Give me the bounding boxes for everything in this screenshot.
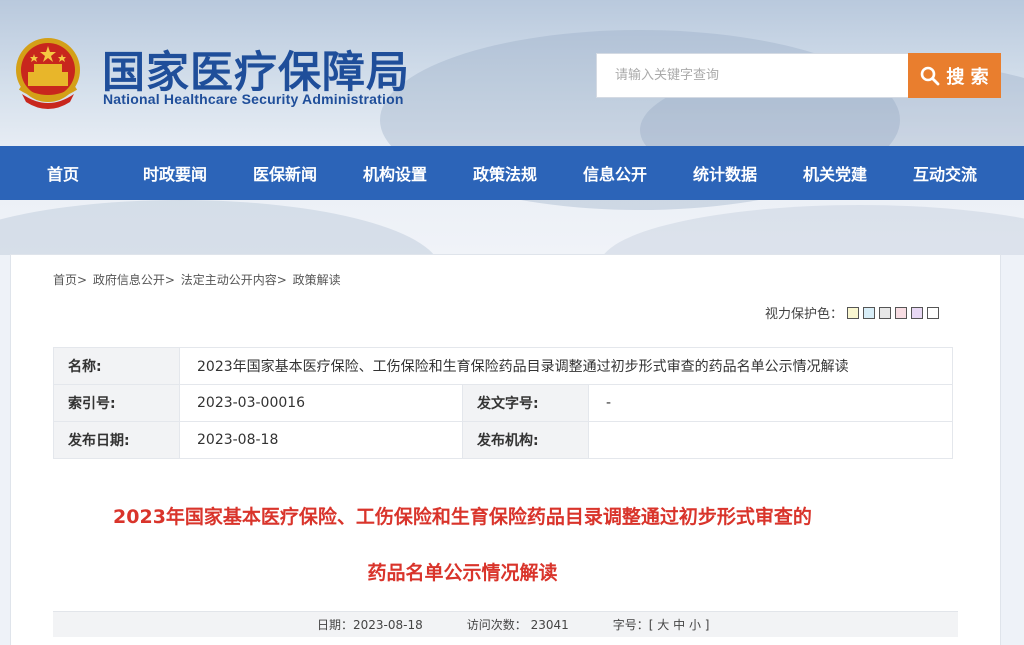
document-meta-table: 名称: 2023年国家基本医疗保险、工伤保险和生育保险药品目录调整通过初步形式审…: [53, 347, 953, 459]
article-date: 日期：2023-08-18: [317, 618, 423, 632]
eye-protect-label: 视力保护色：: [765, 307, 844, 322]
swatch-yellow[interactable]: [847, 306, 860, 319]
meta-label-index: 索引号:: [53, 384, 180, 422]
national-emblem-icon[interactable]: [12, 36, 84, 112]
nav-item-statistics[interactable]: 统计数据: [670, 161, 780, 185]
mountain-decoration: [600, 205, 1024, 255]
meta-label-name: 名称:: [53, 347, 180, 385]
nav-item-disclosure[interactable]: 信息公开: [560, 161, 670, 185]
breadcrumb-statutory[interactable]: 法定主动公开内容>: [181, 273, 287, 287]
meta-value-date: 2023-08-18: [179, 421, 463, 459]
nav-item-home[interactable]: 首页: [10, 161, 120, 185]
article-title-line2: 药品名单公示情况解读: [367, 562, 558, 584]
swatch-blue[interactable]: [863, 306, 876, 319]
swatch-gray[interactable]: [879, 306, 892, 319]
search-icon: [921, 66, 940, 85]
meta-label-org: 发布机构:: [462, 421, 589, 459]
eye-protect-colors: 视力保护色：: [765, 303, 940, 322]
meta-value-org: [588, 421, 953, 459]
article-title-line1: 2023年国家基本医疗保险、工伤保险和生育保险药品目录调整通过初步形式审查的: [113, 506, 812, 528]
breadcrumb: 首页> 政府信息公开> 法定主动公开内容> 政策解读: [53, 271, 343, 288]
article-visits: 访问次数： 23041: [466, 618, 569, 632]
nav-item-news[interactable]: 时政要闻: [120, 161, 230, 185]
swatch-white[interactable]: [927, 306, 940, 319]
nav-item-insurance-news[interactable]: 医保新闻: [230, 161, 340, 185]
breadcrumb-disclosure[interactable]: 政府信息公开>: [93, 273, 175, 287]
main-nav: 首页 时政要闻 医保新闻 机构设置 政策法规 信息公开 统计数据 机关党建 互动…: [0, 146, 1024, 200]
site-logo-subtitle: National Healthcare Security Administrat…: [103, 91, 404, 107]
swatch-pink[interactable]: [895, 306, 908, 319]
breadcrumb-policy-interpretation[interactable]: 政策解读: [293, 273, 341, 287]
meta-label-date: 发布日期:: [53, 421, 180, 459]
nav-item-organization[interactable]: 机构设置: [340, 161, 450, 185]
meta-value-name: 2023年国家基本医疗保险、工伤保险和生育保险药品目录调整通过初步形式审查的药品…: [179, 347, 953, 385]
nav-item-party[interactable]: 机关党建: [780, 161, 890, 185]
font-size-label: 字号：: [612, 618, 649, 632]
nav-item-policies[interactable]: 政策法规: [450, 161, 560, 185]
content-panel: 首页> 政府信息公开> 法定主动公开内容> 政策解读 视力保护色： 名称: 20…: [10, 254, 1001, 645]
font-size-large[interactable]: [ 大: [649, 618, 670, 632]
search-button-label: 搜 索: [946, 66, 989, 88]
meta-value-doc-no: -: [588, 384, 953, 422]
breadcrumb-home[interactable]: 首页>: [53, 273, 87, 287]
meta-value-index: 2023-03-00016: [179, 384, 463, 422]
font-size-small[interactable]: 小 ]: [689, 618, 710, 632]
nav-item-interaction[interactable]: 互动交流: [890, 161, 1000, 185]
mountain-decoration: [0, 200, 440, 255]
search-button[interactable]: 搜 索: [908, 53, 1001, 98]
search-input[interactable]: 请输入关键字查询: [596, 53, 909, 98]
swatch-purple[interactable]: [911, 306, 924, 319]
font-size-control: 字号：[ 大 中 小 ]: [613, 616, 710, 633]
meta-label-doc-no: 发文字号:: [462, 384, 589, 422]
article-info-bar: 日期：2023-08-18 访问次数： 23041 字号：[ 大 中 小 ]: [53, 611, 958, 637]
font-size-medium[interactable]: 中: [673, 618, 685, 632]
